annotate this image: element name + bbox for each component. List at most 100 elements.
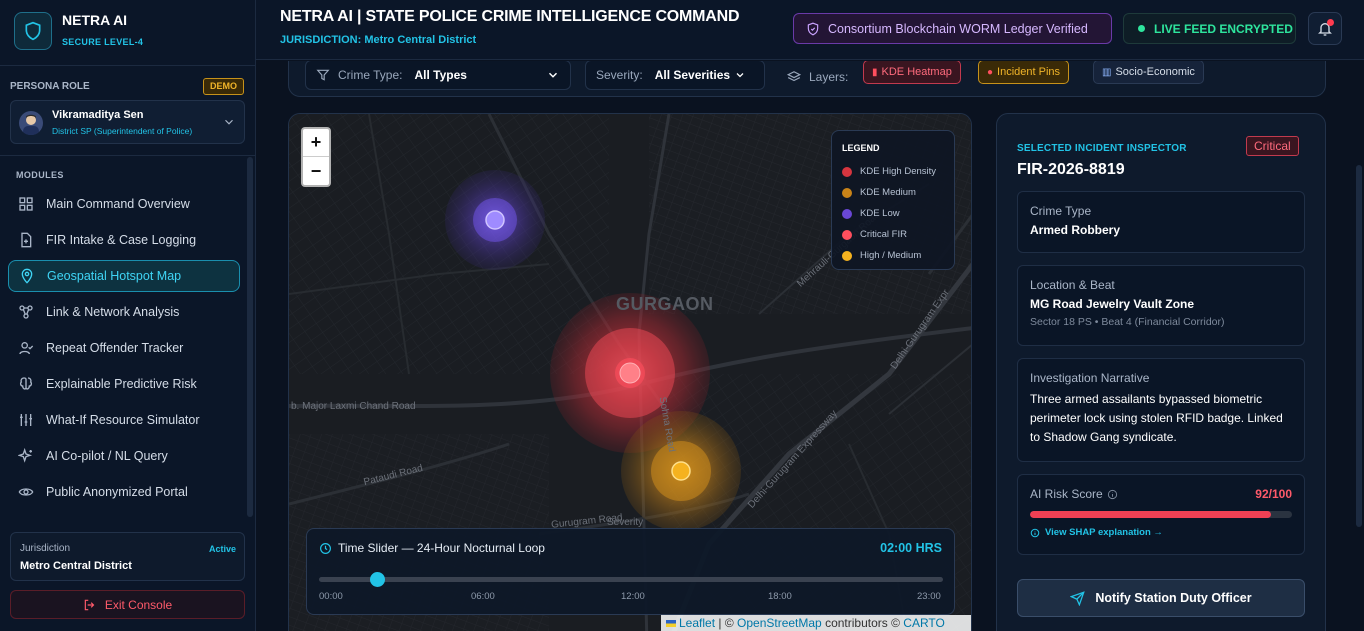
nav-item-label: AI Co-pilot / NL Query	[46, 449, 168, 463]
main-content: Crime Type: All Types Severity: All Seve…	[256, 61, 1364, 631]
chip-label: Incident Pins	[997, 66, 1061, 78]
crime-type-box: Crime Type Armed Robbery	[1017, 191, 1305, 253]
eye-icon	[18, 488, 34, 496]
pin-icon: ●	[987, 66, 994, 78]
layers-icon	[787, 71, 801, 82]
high-medium-pin	[671, 461, 691, 481]
legend-swatch	[842, 250, 852, 261]
shield-check-icon	[807, 22, 819, 35]
zoom-out-button[interactable]: −	[303, 157, 329, 185]
legend-item: KDE Medium	[842, 182, 944, 203]
nav-item-geospatial-hotspot-map[interactable]: Geospatial Hotspot Map	[8, 260, 240, 292]
location-value: MG Road Jewelry Vault Zone	[1030, 297, 1195, 311]
zoom-in-button[interactable]: +	[303, 129, 329, 157]
chevron-down-icon	[225, 119, 233, 125]
legend-item: KDE Low	[842, 203, 944, 224]
network-icon	[19, 305, 33, 319]
persona-label: PERSONA ROLE	[10, 81, 90, 92]
severity-badge: Critical	[1246, 136, 1299, 156]
brand-block: NETRA AI SECURE LEVEL-4	[0, 0, 256, 66]
layer-chip-kde-heatmap[interactable]: ▮ KDE Heatmap	[863, 61, 961, 84]
persona-selector[interactable]: Vikramaditya Sen District SP (Superinten…	[10, 100, 245, 144]
send-icon	[1070, 590, 1086, 606]
crime-type-box-value: Armed Robbery	[1030, 223, 1121, 237]
road-label: b. Major Laxmi Chand Road	[291, 401, 416, 412]
layers-label-text: Layers:	[809, 70, 849, 84]
nav-item-main-command-overview[interactable]: Main Command Overview	[8, 188, 240, 220]
demo-badge: DEMO	[203, 78, 244, 95]
chain-badge-label: Consortium Blockchain WORM Ledger Verifi…	[828, 21, 1088, 36]
notify-label: Notify Station Duty Officer	[1095, 591, 1252, 605]
nav-item-public-anonymized-portal[interactable]: Public Anonymized Portal	[8, 476, 240, 508]
nav-item-label: FIR Intake & Case Logging	[46, 233, 197, 247]
brand-title: NETRA AI	[62, 12, 128, 28]
crime-type-select[interactable]: Crime Type: All Types	[305, 61, 571, 90]
nav-item-label: Public Anonymized Portal	[46, 485, 188, 499]
narrative-label: Investigation Narrative	[1030, 371, 1150, 385]
exit-console-button[interactable]: Exit Console	[10, 590, 245, 619]
jurisdiction-status: Active	[208, 544, 236, 554]
page-subtitle: JURISDICTION: Metro Central District	[280, 34, 477, 46]
notification-dot	[1327, 19, 1334, 26]
inspector-label: SELECTED INCIDENT INSPECTOR	[1017, 143, 1187, 154]
narrative-text: Three armed assailants bypassed biometri…	[1030, 392, 1283, 444]
shap-link-label: View SHAP explanation →	[1045, 527, 1163, 538]
info-icon[interactable]	[1107, 489, 1118, 500]
shield-logo-icon	[14, 12, 52, 50]
brain-icon	[19, 377, 33, 390]
legend-label: KDE High Density	[860, 166, 937, 177]
nav-item-link-network-analysis[interactable]: Link & Network Analysis	[8, 296, 240, 328]
fir-id: FIR-2026-8819	[1017, 161, 1125, 178]
carto-link[interactable]: CARTO	[903, 616, 945, 630]
file-plus-icon	[21, 232, 32, 248]
persona-role: District SP (Superintendent of Police)	[52, 126, 193, 136]
exit-label: Exit Console	[104, 597, 173, 612]
flag-icon	[666, 620, 676, 627]
location-box-label: Location & Beat	[1030, 278, 1115, 292]
chip-label: Socio-Economic	[1115, 66, 1195, 78]
attribution-sep: | ©	[718, 616, 734, 630]
legend-label: Critical FIR	[860, 229, 907, 240]
leaflet-link[interactable]: Leaflet	[679, 616, 715, 630]
time-tick: 18:00	[768, 591, 792, 602]
map-attribution: Leaflet | © OpenStreetMap contributors ©…	[661, 615, 971, 631]
notifications-button[interactable]	[1308, 12, 1342, 45]
chevron-down-icon	[548, 72, 558, 78]
severity-select[interactable]: Severity: All Severities	[585, 61, 765, 90]
view-shap-link[interactable]: View SHAP explanation →	[1030, 527, 1292, 538]
time-slider-label: Time Slider — 24-Hour Nocturnal Loop	[338, 541, 545, 555]
time-slider-handle[interactable]	[369, 572, 385, 587]
layer-chip-incident-pins[interactable]: ● Incident Pins	[978, 61, 1070, 84]
risk-score: 92/100	[1255, 487, 1292, 501]
hotspot-map[interactable]: GURGAON b. Major Laxmi Chand Road Pataud…	[288, 113, 972, 631]
time-slider-value: 02:00 HRS	[880, 541, 942, 555]
nav-item-fir-intake[interactable]: FIR Intake & Case Logging	[8, 224, 240, 256]
time-slider-card: Time Slider — 24-Hour Nocturnal Loop 02:…	[306, 528, 955, 615]
attribution-contrib: contributors ©	[825, 616, 900, 630]
time-slider-track[interactable]	[319, 572, 943, 587]
nav-item-ai-copilot[interactable]: AI Co-pilot / NL Query	[8, 440, 240, 472]
nav-item-label: Main Command Overview	[46, 197, 190, 211]
sidebar-scrollbar[interactable]	[247, 157, 253, 517]
sliders-icon	[20, 414, 32, 426]
layer-chip-socio-economic[interactable]: ▥ Socio-Economic	[1093, 61, 1204, 84]
module-nav: Main Command Overview FIR Intake & Case …	[8, 188, 240, 512]
user-check-icon	[19, 342, 34, 355]
avatar	[19, 111, 43, 135]
legend-label: KDE Medium	[860, 187, 916, 198]
live-dot-icon	[1138, 25, 1145, 32]
persona-name: Vikramaditya Sen	[52, 109, 144, 121]
notify-duty-officer-button[interactable]: Notify Station Duty Officer	[1017, 579, 1305, 617]
main-scrollbar[interactable]	[1356, 165, 1362, 527]
time-tick: 06:00	[471, 591, 495, 602]
osm-link[interactable]: OpenStreetMap	[737, 616, 822, 630]
sidebar: NETRA AI SECURE LEVEL-4 PERSONA ROLE DEM…	[0, 0, 256, 631]
nav-item-explainable-predictive-risk[interactable]: Explainable Predictive Risk	[8, 368, 240, 400]
nav-item-what-if-resource-simulator[interactable]: What-If Resource Simulator	[8, 404, 240, 436]
nav-item-repeat-offender-tracker[interactable]: Repeat Offender Tracker	[8, 332, 240, 364]
live-feed-badge: LIVE FEED ENCRYPTED	[1123, 13, 1296, 44]
filter-bar: Crime Type: All Types Severity: All Seve…	[288, 61, 1326, 97]
location-box: Location & Beat MG Road Jewelry Vault Zo…	[1017, 265, 1305, 346]
nav-item-label: Link & Network Analysis	[46, 305, 180, 319]
low-pin	[485, 210, 505, 230]
